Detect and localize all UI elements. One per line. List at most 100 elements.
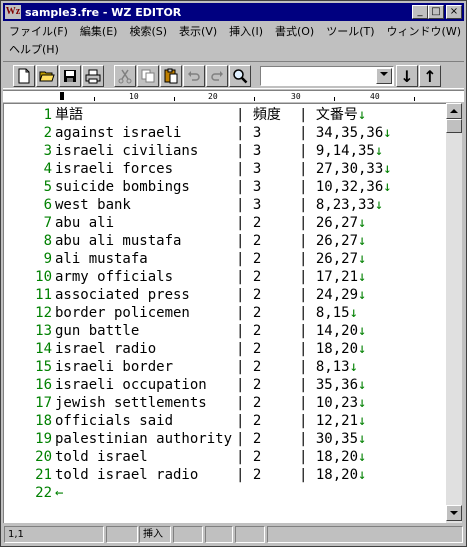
sentence-ids-text: | 10,23 xyxy=(299,395,359,411)
frequency-cell: | 2 xyxy=(236,359,262,375)
sentence-ids-cell: | 26,27↓ xyxy=(299,232,366,250)
combo-dropdown-button[interactable] xyxy=(376,68,392,84)
arrow-up-icon xyxy=(450,109,458,113)
printer-icon xyxy=(85,69,101,84)
search-button[interactable] xyxy=(229,65,251,87)
close-button[interactable]: × xyxy=(446,5,462,19)
frequency-cell: | 2 xyxy=(236,305,262,321)
menu-item[interactable]: ファイル(F) xyxy=(3,23,74,39)
minimize-button[interactable]: _ xyxy=(412,5,428,19)
word-cell: associated press xyxy=(55,287,190,303)
text-line[interactable]: 14 israel radio | 2 | 18,20↓ xyxy=(4,340,446,358)
clipboard-icon xyxy=(164,68,178,84)
maximize-button[interactable]: □ xyxy=(428,5,444,19)
menu-item[interactable]: ヘルプ(H) xyxy=(3,41,65,57)
frequency-cell: | 2 xyxy=(236,251,262,267)
save-button[interactable] xyxy=(59,65,81,87)
text-line[interactable]: 22 ← xyxy=(4,484,446,502)
sentence-ids-text: | 35,36 xyxy=(299,377,359,393)
text-line[interactable]: 20 told israel | 2 | 18,20↓ xyxy=(4,448,446,466)
text-editor-area[interactable]: 1 単語 | 頻度 | 文番号↓ 2 against israeli | 3 | 34,35,… xyxy=(3,103,446,523)
sentence-ids-cell: | 14,20↓ xyxy=(299,322,366,340)
title-bar[interactable]: Wz sample3.fre - WZ EDITOR _ □ × xyxy=(3,3,464,21)
text-line[interactable]: 13 gun battle | 2 | 14,20↓ xyxy=(4,322,446,340)
word-cell: israeli occupation xyxy=(55,377,207,393)
line-number: 5 xyxy=(43,179,52,195)
paste-button[interactable] xyxy=(160,65,182,87)
search-input[interactable] xyxy=(263,68,375,83)
text-line[interactable]: 12 border policemen | 2 | 8,15↓ xyxy=(4,304,446,322)
newline-mark: ↓ xyxy=(358,251,367,267)
scroll-thumb[interactable] xyxy=(446,119,462,133)
copy-button[interactable] xyxy=(137,65,159,87)
text-line[interactable]: 18 officials said | 2 | 12,21↓ xyxy=(4,412,446,430)
menu-item[interactable]: 編集(E) xyxy=(74,23,124,39)
editor-window: Wz sample3.fre - WZ EDITOR _ □ × ファイル(F)… xyxy=(0,0,467,547)
line-number: 20 xyxy=(35,449,52,465)
scroll-down-button[interactable] xyxy=(446,505,462,521)
toolbar: ↓ ↑ xyxy=(3,61,464,89)
insert-mode-indicator[interactable]: 挿入 xyxy=(139,526,171,543)
sentence-ids-text: | 17,21 xyxy=(299,269,359,285)
menu-item[interactable]: ツール(T) xyxy=(320,23,380,39)
text-line[interactable]: 1 単語 | 頻度 | 文番号↓ xyxy=(4,106,446,124)
new-file-button[interactable] xyxy=(13,65,35,87)
word-cell: abu ali xyxy=(55,215,115,231)
sentence-ids-cell: | 9,14,35↓ xyxy=(299,142,383,160)
text-line[interactable]: 21 told israel radio | 2 | 18,20↓ xyxy=(4,466,446,484)
vertical-scrollbar[interactable] xyxy=(446,103,462,523)
text-line[interactable]: 16 israeli occupation | 2 | 35,36↓ xyxy=(4,376,446,394)
menu-item[interactable]: ウィンドウ(W) xyxy=(381,23,467,39)
sentence-ids-cell: | 12,21↓ xyxy=(299,412,366,430)
status-panel-empty-4 xyxy=(235,526,265,543)
search-combobox[interactable] xyxy=(260,66,394,86)
text-line[interactable]: 7 abu ali | 2 | 26,27↓ xyxy=(4,214,446,232)
ruler-tick xyxy=(334,97,335,101)
word-cell: gun battle xyxy=(55,323,140,339)
menu-item[interactable]: 検索(S) xyxy=(123,23,173,39)
line-number: 6 xyxy=(43,197,52,213)
menu-item[interactable]: 書式(O) xyxy=(269,23,320,39)
search-prev-button[interactable]: ↑ xyxy=(419,65,441,87)
newline-mark: ↓ xyxy=(358,431,367,447)
text-line[interactable]: 11 associated press | 2 | 24,29↓ xyxy=(4,286,446,304)
ruler-mark: 10 xyxy=(129,92,139,101)
menu-item[interactable]: 挿入(I) xyxy=(223,23,269,39)
sentence-ids-text: | 12,21 xyxy=(299,413,359,429)
text-line[interactable]: 19 palestinian authority | 2 | 30,35↓ xyxy=(4,430,446,448)
text-line[interactable]: 4 israeli forces | 3 | 27,30,33↓ xyxy=(4,160,446,178)
text-line[interactable]: 8 abu ali mustafa | 2 | 26,27↓ xyxy=(4,232,446,250)
copy-icon xyxy=(141,69,155,83)
text-line[interactable]: 15 israeli border | 2 | 8,13↓ xyxy=(4,358,446,376)
redo-button[interactable] xyxy=(206,65,228,87)
line-number: 19 xyxy=(35,431,52,447)
line-number: 15 xyxy=(35,359,52,375)
ruler-cursor-marker xyxy=(60,92,64,100)
cut-button[interactable] xyxy=(114,65,136,87)
text-line[interactable]: 10 army officials | 2 | 17,21↓ xyxy=(4,268,446,286)
text-lines: 1 単語 | 頻度 | 文番号↓ 2 against israeli | 3 | 34,35,… xyxy=(4,106,446,502)
newline-mark: ↓ xyxy=(349,305,359,321)
frequency-cell: | 2 xyxy=(236,341,262,357)
sentence-ids-cell: | 35,36↓ xyxy=(299,376,366,394)
word-cell: army officials xyxy=(55,269,174,285)
text-line[interactable]: 2 against israeli | 3 | 34,35,36↓ xyxy=(4,124,446,142)
sentence-ids-text: | 文番号 xyxy=(299,107,358,123)
text-line[interactable]: 6 west bank | 3 | 8,23,33↓ xyxy=(4,196,446,214)
text-line[interactable]: 9 ali mustafa | 2 | 26,27↓ xyxy=(4,250,446,268)
line-number: 18 xyxy=(35,413,52,429)
print-button[interactable] xyxy=(82,65,104,87)
text-line[interactable]: 17 jewish settlements | 2 | 10,23↓ xyxy=(4,394,446,412)
frequency-cell: | 3 xyxy=(236,125,262,141)
app-icon[interactable]: Wz xyxy=(5,5,21,19)
menu-item[interactable]: 表示(V) xyxy=(173,23,223,39)
undo-button[interactable] xyxy=(183,65,205,87)
open-button[interactable] xyxy=(36,65,58,87)
word-cell: ali mustafa xyxy=(55,251,148,267)
scroll-up-button[interactable] xyxy=(446,103,462,119)
text-line[interactable]: 3 israeli civilians | 3 | 9,14,35↓ xyxy=(4,142,446,160)
text-line[interactable]: 5 suicide bombings | 3 | 10,32,36↓ xyxy=(4,178,446,196)
sentence-ids-text: | 14,20 xyxy=(299,323,359,339)
search-next-button[interactable]: ↓ xyxy=(396,65,418,87)
frequency-cell: | 3 xyxy=(236,179,262,195)
